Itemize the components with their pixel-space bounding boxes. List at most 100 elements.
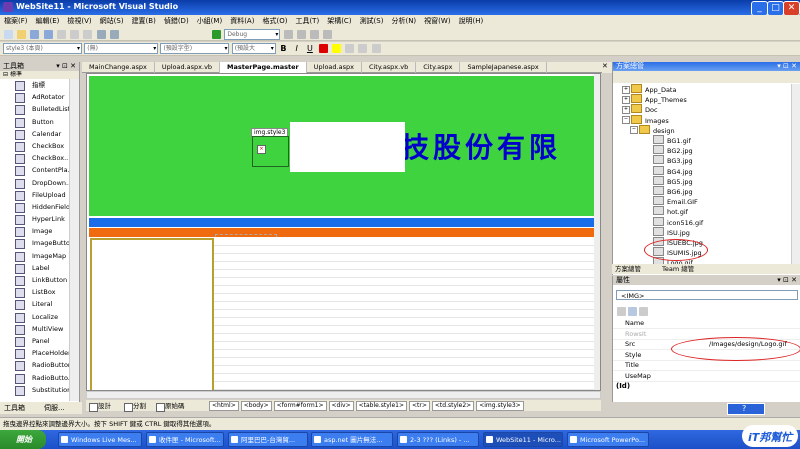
size-combo[interactable]: (預設字型) bbox=[160, 43, 230, 54]
close-document-icon[interactable]: ✕ bbox=[602, 62, 612, 73]
undo-icon[interactable] bbox=[96, 30, 106, 39]
solution-pin-icon[interactable]: ▾ ⊡ ✕ bbox=[777, 62, 797, 71]
toolbox-item[interactable]: FileUpload bbox=[0, 189, 79, 201]
minimize-button[interactable]: _ bbox=[751, 1, 768, 16]
save-all-icon[interactable] bbox=[43, 30, 53, 39]
breadcrumb-item[interactable]: <form#form1> bbox=[273, 401, 327, 411]
start-debug-icon[interactable] bbox=[212, 30, 222, 39]
menu-item[interactable]: 小組(M) bbox=[193, 15, 227, 28]
toolbox-item[interactable]: ContentPla... bbox=[0, 164, 79, 177]
toolbox-item[interactable]: ImageMap bbox=[0, 250, 79, 262]
toolbox-scrollbar[interactable] bbox=[69, 79, 79, 401]
document-tab[interactable]: MasterPage.master bbox=[220, 62, 307, 73]
solution-scrollbar[interactable] bbox=[791, 84, 800, 264]
maximize-button[interactable]: □ bbox=[767, 1, 784, 16]
properties-icon[interactable] bbox=[310, 30, 320, 39]
underline-icon[interactable]: U bbox=[305, 44, 314, 53]
solution-explorer-tab[interactable]: 方案總管 bbox=[615, 264, 641, 274]
toolbox-item[interactable]: Button bbox=[0, 116, 79, 128]
breadcrumb-item[interactable]: <td.style2> bbox=[431, 401, 475, 411]
toolbox-item[interactable]: Substitution bbox=[0, 384, 79, 396]
breadcrumb-item[interactable]: <html> bbox=[209, 401, 239, 411]
menu-item[interactable]: 說明(H) bbox=[455, 15, 488, 28]
italic-icon[interactable]: I bbox=[292, 44, 301, 53]
expand-toggle-icon[interactable]: + bbox=[622, 85, 630, 94]
bold-icon[interactable]: B bbox=[279, 44, 288, 53]
toolbox-item[interactable]: ListBox bbox=[0, 286, 79, 299]
new-project-icon[interactable] bbox=[4, 30, 13, 39]
configuration-combo[interactable]: Debug bbox=[224, 29, 281, 40]
toolbox-item[interactable]: AdRotator bbox=[0, 91, 79, 104]
align-left-icon[interactable] bbox=[345, 44, 355, 53]
toolbox-item[interactable]: Literal bbox=[0, 298, 79, 311]
taskbar-task[interactable]: WebSite11 - Micro... bbox=[483, 432, 563, 447]
font-combo[interactable]: (無) bbox=[84, 43, 159, 54]
toolbox-item[interactable]: Localize bbox=[0, 311, 79, 323]
document-tab[interactable]: City.aspx.vb bbox=[362, 62, 417, 73]
taskbar-task[interactable]: Windows Live Mes... bbox=[58, 432, 142, 447]
design-scrollbar[interactable] bbox=[594, 74, 600, 390]
menu-item[interactable]: 工具(T) bbox=[291, 15, 323, 28]
document-tab[interactable]: SampleJapanese.aspx bbox=[460, 62, 547, 73]
breadcrumb-item[interactable]: <table.style1> bbox=[355, 401, 407, 411]
toolbox-item[interactable]: ImageButton bbox=[0, 237, 79, 250]
toolbox-item[interactable]: RadioButto... bbox=[0, 372, 79, 384]
document-tab[interactable]: City.aspx bbox=[416, 62, 461, 73]
document-tab[interactable]: Upload.aspx bbox=[307, 62, 362, 73]
toolbox-icon[interactable] bbox=[323, 30, 333, 39]
expand-toggle-icon[interactable]: + bbox=[622, 105, 630, 114]
toolbox-item[interactable]: HyperLink bbox=[0, 213, 79, 226]
toolbox-item[interactable]: BulletedList bbox=[0, 103, 79, 116]
property-pages-icon[interactable] bbox=[639, 307, 648, 316]
toolbox-item[interactable]: CheckBox... bbox=[0, 152, 79, 165]
toolbox-item[interactable]: HiddenField bbox=[0, 201, 79, 213]
properties-pin-icon[interactable]: ▾ ⊡ ✕ bbox=[777, 276, 797, 285]
paste-icon[interactable] bbox=[83, 30, 93, 39]
toolbox-tab[interactable]: 工具箱 bbox=[4, 403, 25, 413]
menu-item[interactable]: 架構(C) bbox=[323, 15, 355, 28]
menu-item[interactable]: 格式(O) bbox=[258, 15, 291, 28]
breadcrumb-item[interactable]: <img.style3> bbox=[476, 401, 524, 411]
expand-toggle-icon[interactable]: + bbox=[622, 95, 630, 104]
bullet-list-icon[interactable] bbox=[371, 44, 381, 53]
toolbox-item[interactable]: LinkButton bbox=[0, 274, 79, 286]
expand-toggle-icon[interactable]: − bbox=[622, 116, 630, 125]
toolbox-item[interactable]: 指標 bbox=[0, 79, 79, 91]
toolbox-item[interactable]: RadioButton bbox=[0, 359, 79, 372]
expand-toggle-icon[interactable]: − bbox=[630, 126, 638, 135]
team-explorer-tab[interactable]: Team 總管 bbox=[662, 264, 694, 274]
copy-icon[interactable] bbox=[70, 30, 80, 39]
property-row[interactable]: Name bbox=[613, 318, 800, 329]
menu-item[interactable]: 資料(A) bbox=[226, 15, 258, 28]
design-horizontal-scrollbar[interactable] bbox=[86, 391, 601, 399]
menu-item[interactable]: 分析(N) bbox=[387, 15, 420, 28]
save-icon[interactable] bbox=[30, 30, 40, 39]
breadcrumb-item[interactable]: <div> bbox=[328, 401, 354, 411]
style-combo[interactable]: style3 (本頁) bbox=[3, 43, 82, 54]
split-view-tab[interactable]: 分割 bbox=[124, 401, 146, 412]
taskbar-task[interactable]: 阿里巴巴-台灣貿... bbox=[228, 432, 308, 447]
find-icon[interactable] bbox=[283, 30, 293, 39]
help-widget[interactable]: ? bbox=[727, 403, 765, 415]
breadcrumb-item[interactable]: <tr> bbox=[409, 401, 430, 411]
size2-combo[interactable]: (預設大 bbox=[231, 43, 276, 54]
cut-icon[interactable] bbox=[56, 30, 66, 39]
right-content-cell[interactable] bbox=[214, 238, 598, 390]
design-view-tab[interactable]: 設計 bbox=[89, 401, 111, 412]
taskbar-task[interactable]: asp.net 圖片無法... bbox=[311, 432, 393, 447]
font-color-icon[interactable] bbox=[318, 44, 328, 53]
left-content-cell[interactable] bbox=[90, 238, 214, 390]
toolbox-item[interactable]: PlaceHolder bbox=[0, 347, 79, 360]
design-surface[interactable]: 技股份有限 img.style3 × bbox=[86, 73, 601, 391]
toolbox-item[interactable]: CheckBox bbox=[0, 140, 79, 152]
highlight-icon[interactable] bbox=[331, 44, 341, 53]
taskbar-task[interactable]: 2-3 ??? (Links) - ... bbox=[397, 432, 479, 447]
menu-item[interactable]: 視窗(W) bbox=[420, 15, 454, 28]
server-explorer-tab[interactable]: 伺服... bbox=[44, 403, 65, 413]
menu-item[interactable]: 偵錯(D) bbox=[160, 15, 193, 28]
toolbox-item[interactable]: Label bbox=[0, 262, 79, 274]
breadcrumb-item[interactable]: <body> bbox=[240, 401, 272, 411]
start-button[interactable]: 開始 bbox=[0, 430, 46, 449]
selected-image[interactable]: × bbox=[252, 136, 289, 167]
toolbox-item[interactable]: Image bbox=[0, 225, 79, 238]
